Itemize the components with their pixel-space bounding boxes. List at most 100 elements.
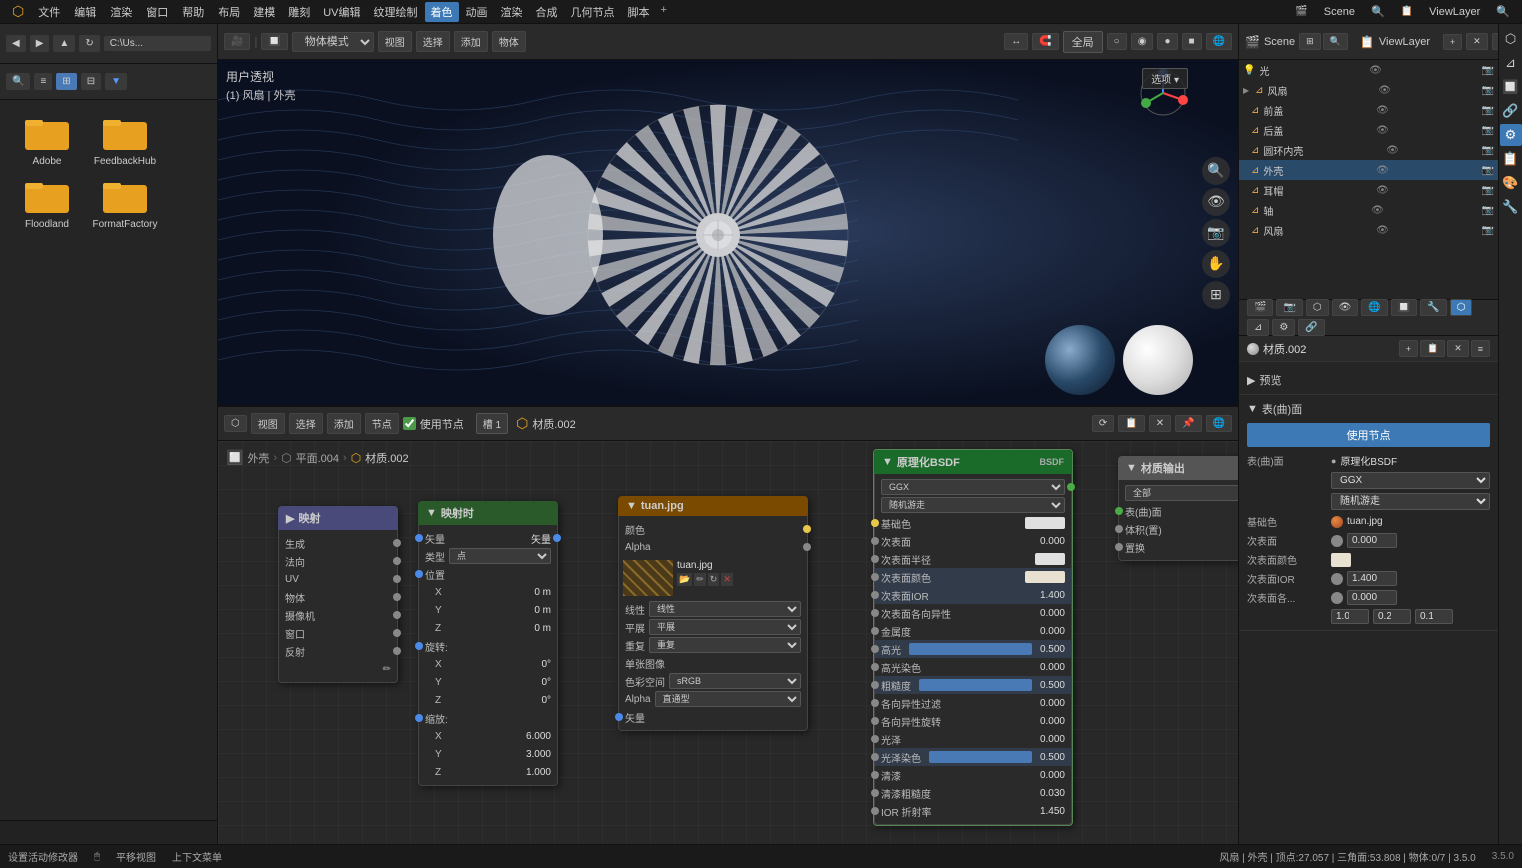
alpha-select[interactable]: 直通型 (655, 691, 801, 707)
tab-scripting[interactable]: 脚本 (622, 2, 656, 22)
scene-name[interactable]: Scene (1318, 4, 1361, 20)
subsurface-ior-value[interactable] (1347, 571, 1397, 586)
camera-btn[interactable]: 📷 (1202, 219, 1230, 247)
texture-reload-btn[interactable]: ↻ (708, 573, 720, 586)
node-delete-btn[interactable]: ✕ (1149, 415, 1171, 432)
back-btn[interactable]: ◀ (6, 35, 26, 52)
preview-section-header[interactable]: ▶ 预览 (1247, 370, 1490, 390)
val3[interactable] (1415, 609, 1453, 624)
filter-btn[interactable]: ▼ (105, 73, 127, 90)
tab-modeling[interactable]: 建模 (247, 2, 281, 22)
path-bar[interactable]: C:\Us... (104, 36, 211, 51)
snap-btn[interactable]: 🧲 (1032, 33, 1058, 50)
texture-delete-btn[interactable]: ✕ (721, 573, 733, 586)
menu-edit[interactable]: 编辑 (68, 2, 102, 22)
eye-icon[interactable]: 👁 (1378, 85, 1391, 96)
node-copy-btn[interactable]: 📋 (1118, 415, 1144, 432)
render-icon[interactable]: 📷 (1482, 65, 1494, 76)
menu-help[interactable]: 帮助 (176, 2, 210, 22)
use-nodes-checkbox[interactable] (403, 417, 416, 430)
surface-type-value[interactable]: 原理化BSDF (1340, 453, 1490, 468)
use-nodes-btn[interactable]: 使用节点 (1247, 423, 1490, 447)
tab-texture-paint[interactable]: 纹理绘制 (368, 2, 424, 22)
render-icon[interactable]: 📷 (1482, 145, 1494, 156)
menu-window[interactable]: 窗口 (140, 2, 174, 22)
tab-sculpt[interactable]: 雕刻 (282, 2, 316, 22)
render-icon[interactable]: 📷 (1482, 125, 1494, 136)
output-target-select[interactable]: 全部 (1125, 485, 1238, 501)
breadcrumb-plane[interactable]: 平面.004 (296, 450, 339, 466)
node-editor-type-btn[interactable]: ⬡ (224, 415, 247, 432)
zoom-out-btn[interactable]: 👁 (1202, 188, 1230, 216)
viewlayer-name[interactable]: ViewLayer (1423, 4, 1486, 20)
render-icon[interactable]: 📷 (1482, 105, 1494, 116)
prop-object-btn[interactable]: 🔲 (1391, 299, 1417, 316)
tab-shading[interactable]: 着色 (425, 2, 459, 22)
viewport-type-btn[interactable]: 🎥 (224, 33, 250, 50)
type-select[interactable]: 点 (449, 548, 551, 564)
prop-material-btn[interactable]: ⬡ (1450, 299, 1473, 316)
node-editor[interactable]: 🔲 外壳 › ⬡ 平面.004 › ⬡ 材质.002 (218, 441, 1238, 844)
node-overlay-btn[interactable]: 🌐 (1206, 415, 1232, 432)
outliner-filter-btn[interactable]: ⊞ (1299, 33, 1321, 50)
viewport-3d[interactable]: 用户透视 (1) 风扇 | 外壳 Z (218, 60, 1238, 405)
subsurface-method-select[interactable]: 随机游走 (881, 497, 1065, 513)
object-menu-btn[interactable]: 物体 (492, 31, 526, 52)
subsurface-color-swatch[interactable] (1025, 571, 1065, 583)
val1[interactable] (1331, 609, 1369, 624)
distribution-select[interactable]: GGX (881, 479, 1065, 495)
eye-icon[interactable]: 👁 (1371, 205, 1384, 216)
texture-edit-btn[interactable]: ✏ (694, 573, 706, 586)
shading-btn[interactable]: ● (1157, 33, 1177, 50)
tool-icon-8[interactable]: 🔧 (1500, 196, 1522, 218)
transform-gizmo-btn[interactable]: ↔ (1004, 33, 1028, 50)
viewlayer-search-icon[interactable]: 🔍 (1490, 3, 1516, 20)
view-grid-btn[interactable]: ⊞ (56, 73, 76, 90)
mat-add-btn[interactable]: + (1399, 340, 1418, 357)
grid-btn[interactable]: ⊞ (1202, 281, 1230, 309)
menu-render[interactable]: 渲染 (104, 2, 138, 22)
render-icon[interactable]: 📷 (1482, 225, 1494, 236)
forward-btn[interactable]: ▶ (30, 35, 50, 52)
eye-icon[interactable]: 👁 (1376, 225, 1389, 236)
texture-browse-btn[interactable]: 📂 (677, 573, 692, 586)
list-item[interactable]: Floodland (12, 175, 82, 230)
pan-btn[interactable]: ✋ (1202, 250, 1230, 278)
prop-world-btn[interactable]: 🌐 (1361, 299, 1387, 316)
up-btn[interactable]: ▲ (53, 35, 75, 52)
colorspace-select[interactable]: sRGB (669, 673, 801, 689)
val2[interactable] (1373, 609, 1411, 624)
outliner-row[interactable]: ▶ ⊿ 风扇 👁 📷 (1239, 80, 1498, 100)
interpolation-select[interactable]: 线性 (649, 601, 801, 617)
eye-icon[interactable]: 👁 (1369, 65, 1382, 76)
tab-uv[interactable]: UV编辑 (317, 2, 366, 22)
node-select-btn[interactable]: 选择 (289, 413, 323, 434)
prop-view-btn[interactable]: 👁 (1332, 299, 1359, 316)
eye-icon[interactable]: 👁 (1376, 185, 1389, 196)
proportional-btn[interactable]: ○ (1107, 33, 1127, 50)
node-pin-btn[interactable]: 📌 (1175, 415, 1201, 432)
base-color-link-value[interactable]: tuan.jpg (1347, 516, 1490, 527)
overlay-btn[interactable]: ◉ (1131, 33, 1154, 50)
tool-icon-3[interactable]: 🔲 (1500, 76, 1522, 98)
search-toggle-btn[interactable]: 🔍 (6, 73, 30, 90)
prop-output-btn[interactable]: ⬡ (1306, 299, 1329, 316)
eye-icon[interactable]: 👁 (1386, 145, 1399, 156)
tab-rendering[interactable]: 渲染 (495, 2, 529, 22)
outliner-row[interactable]: ⊿ 外壳 👁 📷 (1239, 160, 1498, 180)
eye-icon[interactable]: 👁 (1376, 105, 1389, 116)
surface-section-header[interactable]: ▼ 表(曲)面 (1247, 399, 1490, 419)
node-snap-btn[interactable]: ⟳ (1092, 415, 1114, 432)
tool-icon-7[interactable]: 🎨 (1500, 172, 1522, 194)
anisotropy-value[interactable] (1347, 590, 1397, 605)
node-view-btn[interactable]: 视图 (251, 413, 285, 434)
render-icon[interactable]: 📷 (1482, 165, 1494, 176)
outliner-row[interactable]: 💡 光 👁 📷 (1239, 60, 1498, 80)
node-node-btn[interactable]: 节点 (365, 413, 399, 434)
prop-constraint-btn[interactable]: 🔗 (1298, 319, 1324, 336)
tool-icon-6[interactable]: 📋 (1500, 148, 1522, 170)
render-icon[interactable]: 📷 (1482, 205, 1494, 216)
tool-icon-1[interactable]: ⬡ (1500, 28, 1522, 50)
list-item[interactable]: Adobe (12, 112, 82, 167)
list-item[interactable]: FeedbackHub (90, 112, 160, 167)
